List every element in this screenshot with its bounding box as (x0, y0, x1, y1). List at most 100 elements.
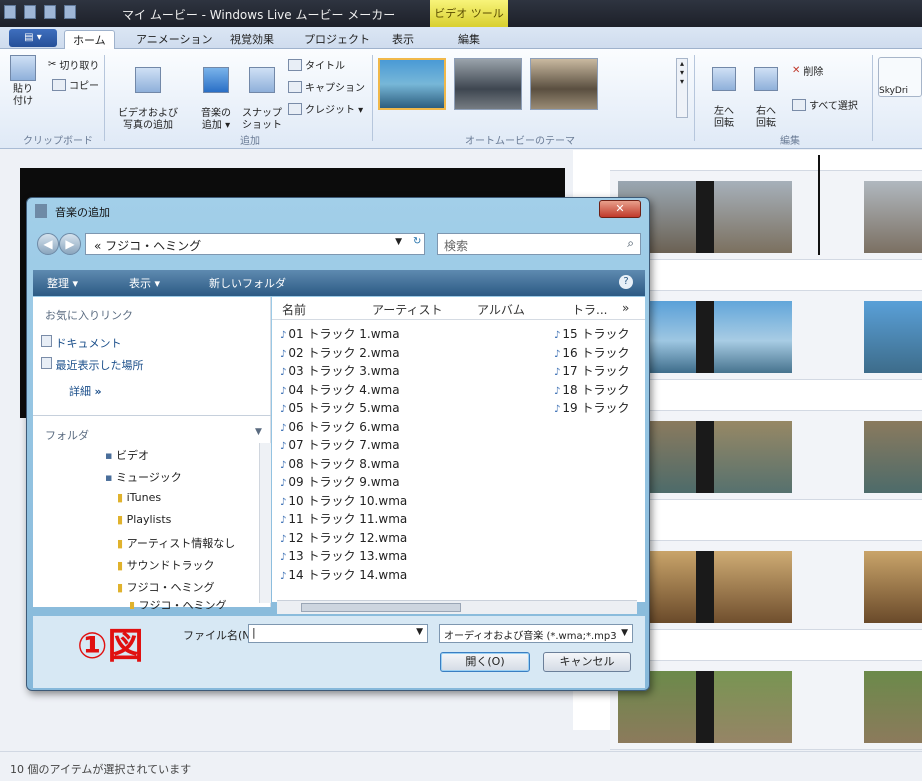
column-track[interactable]: トラ... (572, 301, 607, 318)
close-button[interactable]: ✕ (599, 200, 641, 218)
playhead[interactable] (818, 155, 820, 255)
organize-button[interactable]: 整理 ▾ (47, 275, 78, 291)
redo-icon[interactable] (64, 5, 76, 19)
add-video-button[interactable]: ビデオおよび 写真の追加 (108, 55, 188, 132)
more-columns-button[interactable]: » (622, 301, 629, 315)
caption-button[interactable]: キャプション (288, 79, 365, 94)
chevron-down-icon[interactable]: ▼ (416, 627, 423, 637)
add-music-label: 音楽の 追加 ▾ (201, 108, 231, 131)
app-menu-button[interactable]: ▤ ▾ (9, 29, 57, 47)
cancel-button[interactable]: キャンセル (543, 652, 631, 672)
file-item[interactable]: 03 トラック 3.wma (280, 362, 399, 379)
clip-row[interactable] (610, 660, 922, 750)
column-artist[interactable]: アーティスト (372, 301, 443, 318)
file-item[interactable]: 16 トラック (554, 344, 629, 361)
skydrive-label: SkyDri (879, 86, 909, 96)
tab-project[interactable]: プロジェクト (296, 30, 378, 49)
file-item[interactable]: 11 トラック 11.wma (280, 510, 407, 527)
clip-row[interactable] (610, 540, 922, 630)
back-button[interactable]: ◀ (37, 233, 59, 255)
tree-item-itunes[interactable]: ▮ iTunes (117, 491, 161, 504)
file-item[interactable]: 15 トラック (554, 325, 629, 342)
file-item[interactable]: 13 トラック 13.wma (280, 547, 407, 564)
open-button[interactable]: 開く(O) (440, 652, 530, 672)
theme-default[interactable] (378, 58, 446, 110)
refresh-icon[interactable]: ↻ (413, 236, 433, 252)
tree-item-music[interactable]: ▪ ミュージック (105, 469, 182, 485)
column-album[interactable]: アルバム (477, 301, 525, 318)
address-bar[interactable]: « フジコ・ヘミング ▼ (85, 233, 425, 255)
column-name[interactable]: 名前 (282, 301, 306, 318)
fav-link-recent[interactable]: 最近表示した場所 (41, 357, 144, 373)
file-item[interactable]: 08 トラック 8.wma (280, 455, 399, 472)
title-button[interactable]: タイトル (288, 57, 345, 72)
skydrive-button[interactable]: SkyDri (878, 57, 922, 97)
horizontal-scrollbar[interactable] (277, 600, 637, 614)
tab-view[interactable]: 表示 (384, 30, 422, 49)
file-item[interactable]: 09 トラック 9.wma (280, 473, 399, 490)
clip-row[interactable] (610, 290, 922, 380)
rotate-right-button[interactable]: 右へ 回転 (748, 55, 784, 130)
tab-home[interactable]: ホーム (64, 30, 115, 49)
save-icon[interactable] (24, 5, 36, 19)
filename-input[interactable]: | ▼ (248, 624, 428, 643)
help-icon[interactable]: ? (619, 275, 633, 289)
file-item[interactable]: 06 トラック 6.wma (280, 418, 399, 435)
file-item[interactable]: 01 トラック 1.wma (280, 325, 399, 342)
select-all-label: すべて選択 (809, 101, 858, 112)
credit-button[interactable]: クレジット ▾ (288, 101, 363, 116)
rotate-right-icon (754, 67, 778, 91)
file-item[interactable]: 19 トラック (554, 399, 629, 416)
forward-button[interactable]: ▶ (59, 233, 81, 255)
add-music-button[interactable]: 音楽の 追加 ▾ (198, 55, 234, 132)
snapshot-button[interactable]: スナップ ショット (242, 55, 282, 132)
tab-animation[interactable]: アニメーション (128, 30, 221, 49)
rotate-left-button[interactable]: 左へ 回転 (706, 55, 742, 130)
undo-icon[interactable] (44, 5, 56, 19)
document-icon (41, 335, 52, 347)
tree-item-video[interactable]: ▪ ビデオ (105, 447, 149, 463)
new-folder-button[interactable]: 新しいフォルダ (209, 275, 286, 291)
tree-item-artist-unknown[interactable]: ▮ アーティスト情報なし (117, 535, 235, 551)
tree-item-fujiko-sub[interactable]: ▮ フジコ・ヘミング (129, 599, 227, 609)
chevron-down-icon[interactable]: ▼ (255, 427, 262, 437)
copy-button[interactable]: コピー (52, 77, 99, 92)
context-tab-video-tools[interactable]: ビデオ ツール (430, 0, 508, 27)
tab-edit[interactable]: 編集 (450, 30, 488, 49)
chevron-down-icon[interactable]: ▼ (395, 237, 402, 247)
file-item[interactable]: 05 トラック 5.wma (280, 399, 399, 416)
delete-button[interactable]: ✕ 削除 (792, 63, 823, 78)
theme-bw[interactable] (454, 58, 522, 110)
view-button[interactable]: 表示 ▾ (129, 275, 160, 291)
ribbon: 貼り 付け ✂ 切り取り コピー クリップボード ビデオおよび 写真の追加 音楽の… (0, 49, 922, 149)
snapshot-icon (249, 67, 275, 93)
fav-link-documents[interactable]: ドキュメント (41, 335, 122, 351)
tree-item-fujiko[interactable]: ▮ フジコ・ヘミング (117, 579, 215, 595)
scroll-thumb[interactable] (301, 603, 461, 612)
file-item[interactable]: 14 トラック 14.wma (280, 566, 407, 583)
select-all-button[interactable]: すべて選択 (792, 97, 858, 112)
filetype-select[interactable]: オーディオおよび音楽 (*.wma;*.mp3 ▼ (439, 624, 633, 643)
file-item[interactable]: 04 トラック 4.wma (280, 381, 399, 398)
paste-button[interactable]: 貼り 付け (8, 55, 38, 108)
file-item[interactable]: 17 トラック (554, 362, 629, 379)
cut-button[interactable]: ✂ 切り取り (48, 57, 99, 72)
file-item[interactable]: 10 トラック 10.wma (280, 492, 407, 509)
clipboard-icon (10, 55, 36, 81)
divider (104, 55, 105, 141)
tree-item-soundtrack[interactable]: ▮ サウンドトラック (117, 557, 215, 573)
file-item[interactable]: 12 トラック 12.wma (280, 529, 407, 546)
tree-scrollbar[interactable] (259, 443, 271, 603)
file-item[interactable]: 07 トラック 7.wma (280, 436, 399, 453)
clip-row[interactable] (610, 170, 922, 260)
clip-row[interactable] (610, 410, 922, 500)
file-item[interactable]: 02 トラック 2.wma (280, 344, 399, 361)
details-link[interactable]: 詳細 » (69, 383, 102, 399)
app-icon[interactable] (4, 5, 16, 19)
tree-item-playlists[interactable]: ▮ Playlists (117, 513, 171, 526)
tab-visual-effects[interactable]: 視覚効果 (222, 30, 282, 49)
file-item[interactable]: 18 トラック (554, 381, 629, 398)
theme-scroll[interactable]: ▴ ▾ ▾ (676, 58, 688, 118)
search-input[interactable]: 検索 ⌕ (437, 233, 641, 255)
theme-sepia[interactable] (530, 58, 598, 110)
